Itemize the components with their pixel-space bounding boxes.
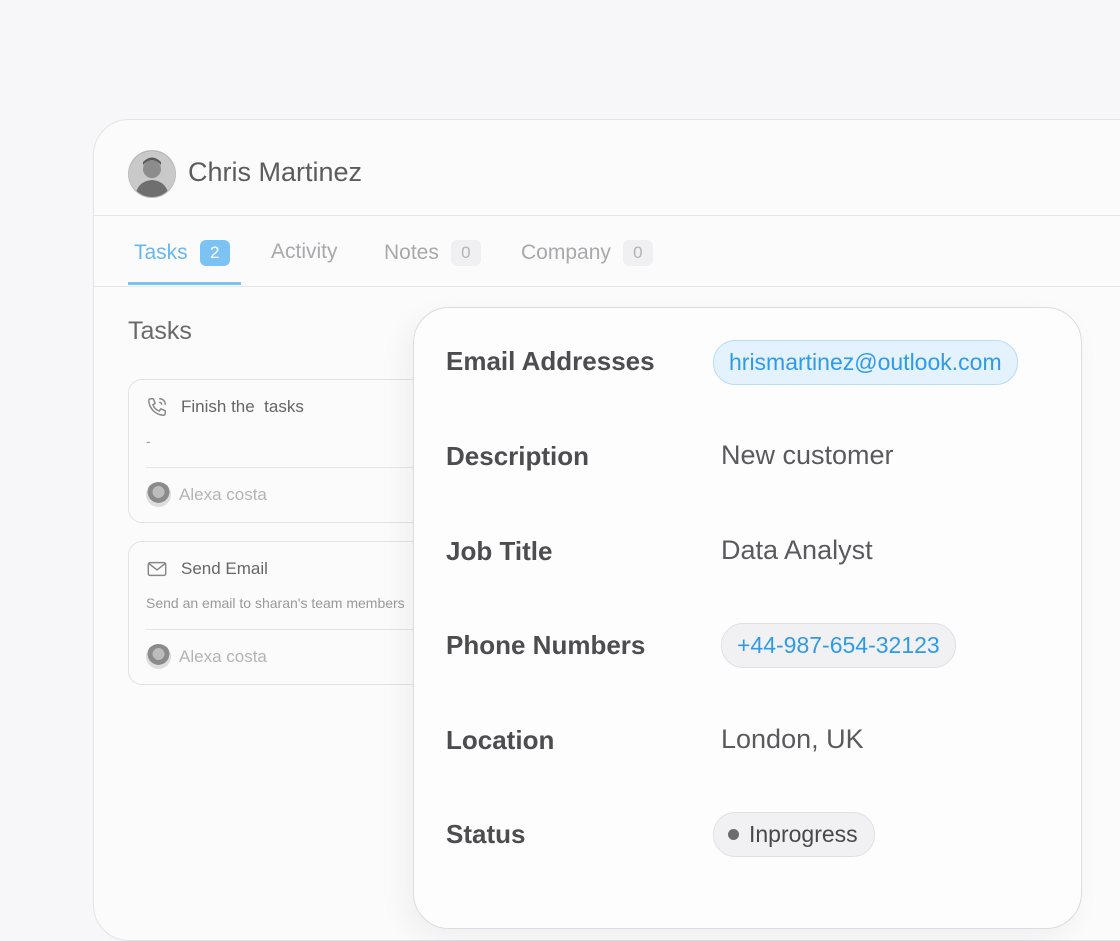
tab-count-badge: 0: [450, 240, 481, 266]
description-value: New customer: [721, 440, 894, 470]
contact-header: Chris Martinez: [94, 120, 1120, 216]
tab-count-badge: 0: [622, 240, 653, 266]
task-title: Finish the tasks: [181, 397, 304, 416]
assignee-avatar: [146, 644, 171, 669]
task-card[interactable]: Finish the tasks - Alexa costa: [128, 379, 460, 523]
job-title-value: Data Analyst: [721, 535, 873, 565]
assignee-name: Alexa costa: [179, 647, 267, 666]
tab-label: Tasks: [134, 241, 188, 264]
phone-label: Phone Numbers: [446, 630, 646, 660]
tasks-section-title: Tasks: [128, 317, 192, 345]
tab-activity[interactable]: Activity: [271, 240, 338, 264]
tab-tasks[interactable]: Tasks 2: [134, 240, 230, 266]
status-label: Status: [446, 819, 526, 849]
location-value: London, UK: [721, 724, 864, 754]
tab-bar: Tasks 2 Activity Notes 0 Company 0: [94, 216, 1120, 287]
tab-company[interactable]: Company 0: [521, 240, 653, 266]
contact-name: Chris Martinez: [188, 157, 363, 187]
tab-notes[interactable]: Notes 0: [384, 240, 481, 266]
email-chip[interactable]: hrismartinez@outlook.com: [713, 340, 1018, 385]
status-badge[interactable]: Inprogress: [713, 812, 875, 857]
active-tab-indicator: [128, 282, 241, 285]
tab-label: Notes: [384, 241, 439, 264]
location-label: Location: [446, 725, 555, 755]
assignee-name: Alexa costa: [179, 485, 267, 504]
job-title-label: Job Title: [446, 536, 553, 566]
status-dot-icon: [728, 829, 739, 840]
task-description: Send an email to sharan's team members: [146, 595, 405, 611]
phone-chip[interactable]: +44-987-654-32123: [721, 623, 956, 668]
assignee-avatar: [146, 482, 171, 507]
task-description: -: [146, 433, 151, 449]
status-text: Inprogress: [749, 821, 858, 847]
email-label: Email Addresses: [446, 346, 655, 376]
tab-count-badge: 2: [199, 240, 230, 266]
phone-icon: [146, 396, 168, 418]
avatar: [128, 150, 176, 198]
tab-label: Company: [521, 241, 611, 264]
contact-details-card: Email Addresses hrismartinez@outlook.com…: [413, 307, 1082, 929]
task-card[interactable]: Send Email Send an email to sharan's tea…: [128, 541, 460, 685]
mail-icon: [146, 558, 168, 580]
task-title: Send Email: [181, 559, 268, 578]
tab-label: Activity: [271, 240, 338, 263]
description-label: Description: [446, 441, 590, 471]
